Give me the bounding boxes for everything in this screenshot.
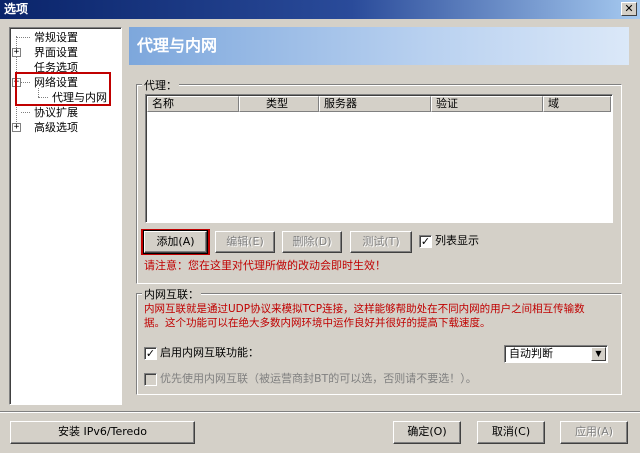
tree-item-protocol[interactable]: 协议扩展 bbox=[34, 105, 78, 120]
column-domain[interactable]: 域 bbox=[543, 96, 611, 112]
apply-button[interactable]: 应用(A) bbox=[560, 421, 628, 444]
settings-tree[interactable]: 常规设置 + 界面设置 任务选项 − 网络设置 代理与内网 协议扩展 + 高级选… bbox=[9, 27, 122, 405]
cancel-button[interactable]: 取消(C) bbox=[477, 421, 545, 444]
proxy-list[interactable]: 名称 类型 服务器 验证 域 bbox=[145, 94, 613, 223]
page-title-banner: 代理与内网 bbox=[129, 27, 629, 65]
list-display-checkbox[interactable]: ✓ bbox=[419, 235, 432, 248]
install-ipv6-button[interactable]: 安装 IPv6/Teredo bbox=[10, 421, 195, 444]
intranet-description-line1: 内网互联就是通过UDP协议来模拟TCP连接，这样能够帮助处在不同内网的用户之间相… bbox=[144, 303, 585, 315]
chevron-down-icon[interactable]: ▼ bbox=[591, 347, 606, 361]
proxy-list-header: 名称 类型 服务器 验证 域 bbox=[147, 96, 611, 112]
list-display-label: 列表显示 bbox=[435, 234, 479, 247]
tree-guide-line bbox=[21, 112, 30, 113]
expand-plus-icon[interactable]: + bbox=[12, 123, 21, 132]
intranet-mode-value: 自动判断 bbox=[509, 347, 553, 360]
proxy-group-label: 代理： bbox=[142, 77, 179, 93]
tree-guide-line bbox=[16, 37, 30, 38]
footer-divider bbox=[0, 411, 640, 413]
tree-item-general[interactable]: 常规设置 bbox=[34, 30, 78, 45]
add-proxy-button[interactable]: 添加(A) bbox=[143, 230, 208, 254]
column-server[interactable]: 服务器 bbox=[319, 96, 431, 112]
column-name[interactable]: 名称 bbox=[147, 96, 239, 112]
ok-button[interactable]: 确定(O) bbox=[393, 421, 461, 444]
intranet-mode-select[interactable]: 自动判断 ▼ bbox=[504, 345, 608, 363]
window-title: 选项 bbox=[4, 2, 29, 16]
prefer-intranet-label: 优先使用内网互联（被运营商封BT的可以选，否则请不要选！）。 bbox=[160, 372, 477, 385]
delete-proxy-button[interactable]: 删除(D) bbox=[282, 231, 342, 253]
tree-item-advanced[interactable]: 高级选项 bbox=[34, 120, 78, 135]
intranet-group-label: 内网互联： bbox=[142, 286, 201, 302]
expand-plus-icon[interactable]: + bbox=[12, 48, 21, 57]
close-icon[interactable]: ✕ bbox=[621, 2, 637, 16]
test-proxy-button[interactable]: 测试(T) bbox=[350, 231, 412, 253]
selection-highlight-frame bbox=[15, 72, 111, 106]
edit-proxy-button[interactable]: 编辑(E) bbox=[215, 231, 275, 253]
page-title: 代理与内网 bbox=[137, 36, 218, 55]
enable-intranet-label: 启用内网互联功能： bbox=[160, 346, 259, 359]
options-dialog: 选项 ✕ 常规设置 + 界面设置 任务选项 − 网络设置 代理与内网 协议扩展 … bbox=[0, 0, 640, 453]
proxy-notice: 请注意：您在这里对代理所做的改动会即时生效！ bbox=[144, 259, 386, 272]
column-type[interactable]: 类型 bbox=[239, 96, 319, 112]
tree-item-interface[interactable]: 界面设置 bbox=[34, 45, 78, 60]
column-auth[interactable]: 验证 bbox=[431, 96, 543, 112]
enable-intranet-checkbox[interactable]: ✓ bbox=[144, 347, 157, 360]
title-bar: 选项 bbox=[0, 0, 640, 19]
intranet-description-line2: 据。这个功能可以在绝大多数内网环境中运作良好并很好的提高下载速度。 bbox=[144, 317, 491, 329]
prefer-intranet-checkbox[interactable] bbox=[144, 373, 157, 386]
